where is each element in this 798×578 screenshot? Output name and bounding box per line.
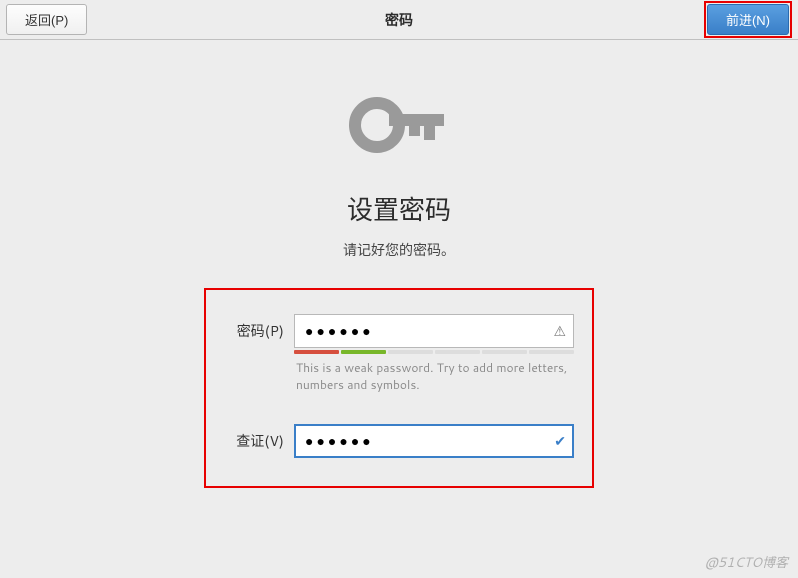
next-button-highlight: 前进(N) [704,1,792,38]
password-row: 密码(P) ⚠ [224,314,574,348]
page-subheading: 请记好您的密码。 [343,240,455,260]
password-label: 密码(P) [224,321,294,341]
strength-seg [388,350,433,354]
page-heading: 设置密码 [347,190,451,228]
strength-meter [294,350,574,354]
warning-icon: ⚠ [553,321,566,341]
verify-row: 查证(V) ✔ [224,424,574,458]
key-icon [349,90,449,160]
watermark: @51CTO博客 [705,552,788,572]
verify-label: 查证(V) [224,431,294,451]
check-icon: ✔ [554,431,566,451]
window-title: 密码 [385,10,413,30]
strength-seg [482,350,527,354]
back-button[interactable]: 返回(P) [6,4,87,35]
verify-input-wrap: ✔ [294,424,574,458]
strength-seg [435,350,480,354]
verify-input[interactable] [294,424,574,458]
strength-seg [341,350,386,354]
header-bar: 返回(P) 密码 前进(N) [0,0,798,40]
password-input[interactable] [294,314,574,348]
strength-seg [294,350,339,354]
password-form: 密码(P) ⚠ This is a weak password. Try to … [204,288,594,488]
main-content: 设置密码 请记好您的密码。 密码(P) ⚠ This is a weak pas… [0,40,798,488]
strength-seg [529,350,574,354]
next-button[interactable]: 前进(N) [707,4,789,35]
password-input-wrap: ⚠ [294,314,574,348]
strength-hint: This is a weak password. Try to add more… [294,360,574,394]
